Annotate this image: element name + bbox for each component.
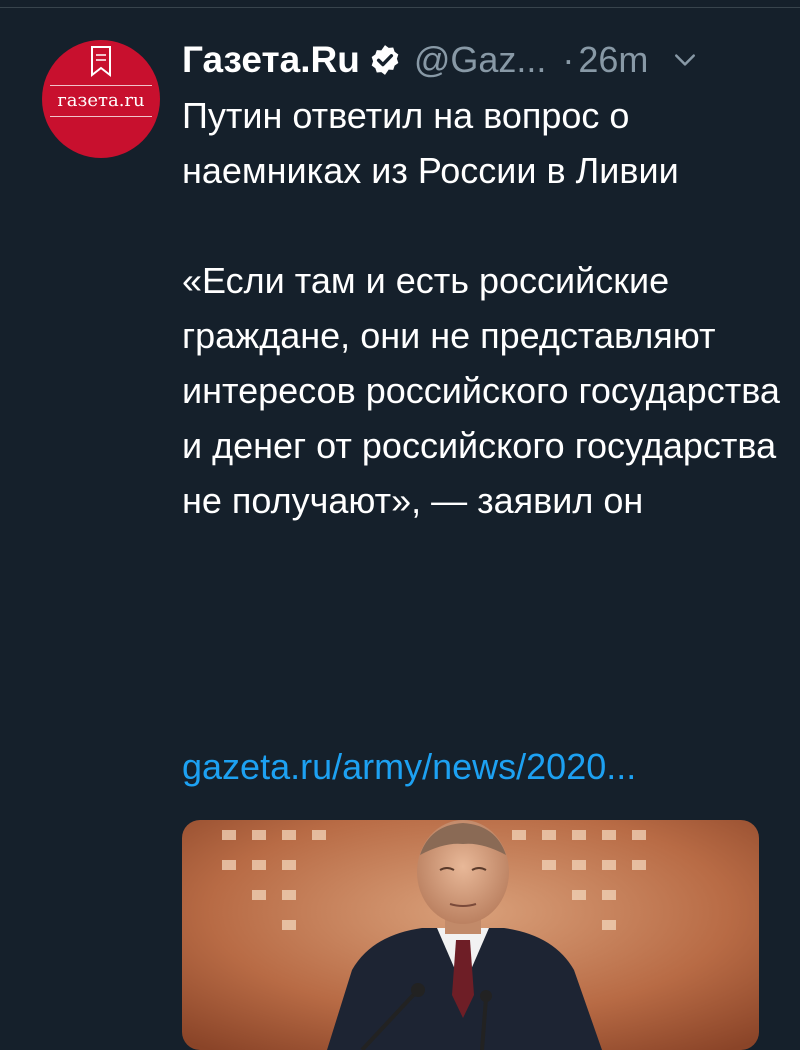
avatar[interactable]: газета.ru <box>42 40 160 158</box>
avatar-rule-top <box>50 85 152 86</box>
tweet-quote: «Если там и есть российские граждане, он… <box>182 260 780 521</box>
tweet-headline: Путин ответил на вопрос о наемниках из Р… <box>182 95 679 191</box>
timestamp[interactable]: 26m <box>578 39 648 81</box>
separator-dot: · <box>562 39 575 80</box>
avatar-rule-bottom <box>50 116 152 117</box>
tweet-header: Газета.Ru @Gaz... · 26m <box>182 36 772 84</box>
bookmark-icon <box>91 46 111 78</box>
author-handle[interactable]: @Gaz... <box>414 39 547 81</box>
author-name[interactable]: Газета.Ru <box>182 39 360 81</box>
verified-badge-icon <box>371 45 399 75</box>
photo-thumbnail <box>182 820 759 1050</box>
chevron-down-icon[interactable] <box>670 45 700 75</box>
tweet[interactable]: газета.ru Газета.Ru @Gaz... · 26m Путин … <box>0 0 800 1050</box>
tweet-text: Путин ответил на вопрос о наемниках из Р… <box>182 88 782 528</box>
media-preview-image[interactable] <box>182 820 759 1050</box>
article-link[interactable]: gazeta.ru/army/news/2020... <box>182 746 636 788</box>
avatar-logo-text: газета.ru <box>57 90 145 111</box>
